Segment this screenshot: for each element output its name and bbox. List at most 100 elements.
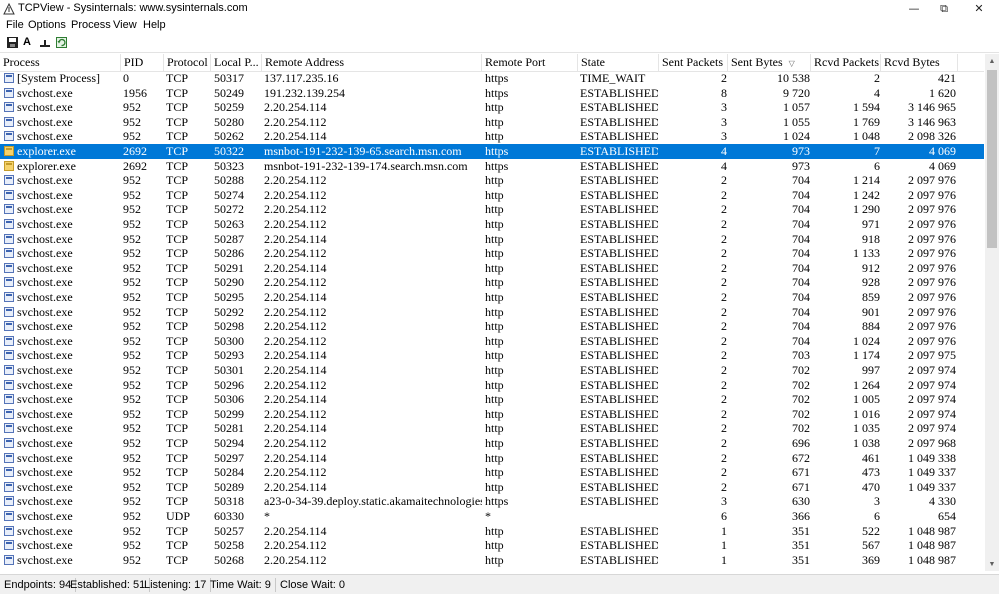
menu-process[interactable]: Process: [71, 19, 111, 31]
table-row[interactable]: svchost.exe 952 TCP 50299 2.20.254.112 http ES…: [0, 407, 984, 422]
table-row[interactable]: svchost.exe 952 TCP 50294 2.20.254.112 http ES…: [0, 436, 984, 451]
table-row[interactable]: [System Process] 0 TCP 50317 137.117.235.16 h…: [0, 71, 984, 86]
table-row[interactable]: svchost.exe 952 TCP 50306 2.20.254.114 http ES…: [0, 392, 984, 407]
cell-protocol: TCP: [166, 275, 189, 290]
cell-state: ESTABLISHED: [580, 436, 658, 450]
table-row[interactable]: svchost.exe 952 TCP 50318 a23-0-34-39.deploy…: [0, 494, 984, 509]
process-icon: [4, 452, 14, 463]
cell-remote-port: http: [485, 275, 504, 290]
col-remote-address[interactable]: Remote Address: [262, 54, 482, 71]
scrollbar-thumb[interactable]: [987, 70, 997, 248]
cell-protocol: TCP: [166, 479, 189, 494]
cell-local-port: 50259: [214, 100, 244, 115]
col-protocol[interactable]: Protocol: [164, 54, 211, 71]
close-button[interactable]: ✕: [962, 0, 996, 18]
process-icon: [4, 467, 14, 478]
cell-sent-bytes: 366: [792, 509, 810, 523]
table-row[interactable]: svchost.exe 952 TCP 50296 2.20.254.112 http ES…: [0, 378, 984, 393]
table-row[interactable]: svchost.exe 952 TCP 50289 2.20.254.114 http ES…: [0, 480, 984, 495]
table-row[interactable]: svchost.exe 952 TCP 50263 2.20.254.112 http ES…: [0, 217, 984, 232]
refresh-icon[interactable]: [55, 36, 69, 49]
table-row[interactable]: svchost.exe 952 TCP 50290 2.20.254.112 http ES…: [0, 275, 984, 290]
col-rcvd-packets[interactable]: Rcvd Packets: [811, 54, 881, 71]
table-row[interactable]: svchost.exe 952 TCP 50268 2.20.254.112 http ES…: [0, 553, 984, 568]
table-row[interactable]: svchost.exe 952 TCP 50257 2.20.254.114 http ES…: [0, 524, 984, 539]
vertical-scrollbar[interactable]: ▲ ▼: [985, 54, 999, 571]
table-row[interactable]: svchost.exe 952 TCP 50295 2.20.254.114 http ES…: [0, 290, 984, 305]
table-row[interactable]: svchost.exe 952 TCP 50288 2.20.254.112 http ES…: [0, 173, 984, 188]
cell-remote-port: http: [485, 304, 504, 319]
scroll-down-icon[interactable]: ▼: [985, 557, 999, 571]
cell-remote-port: http: [485, 114, 504, 129]
menu-view[interactable]: View: [113, 19, 137, 31]
table-row[interactable]: svchost.exe 952 TCP 50287 2.20.254.114 http ES…: [0, 232, 984, 247]
table-row[interactable]: svchost.exe 952 TCP 50292 2.20.254.112 http ES…: [0, 305, 984, 320]
scroll-up-icon[interactable]: ▲: [985, 54, 999, 68]
col-state[interactable]: State: [578, 54, 659, 71]
col-sent-bytes[interactable]: Sent Bytes ▽: [728, 54, 811, 71]
table-row[interactable]: svchost.exe 952 UDP 60330 * * 6 366 6 654: [0, 509, 984, 524]
pause-icon[interactable]: [38, 36, 52, 49]
cell-remote-address: 2.20.254.112: [264, 465, 327, 480]
cell-rcvd-packets: 1 594: [853, 100, 880, 115]
menu-help[interactable]: Help: [143, 19, 166, 31]
table-row[interactable]: svchost.exe 952 TCP 50284 2.20.254.112 http ES…: [0, 465, 984, 480]
maximize-button[interactable]: ⧉: [927, 0, 961, 18]
cell-remote-port: http: [485, 290, 504, 304]
col-pid[interactable]: PID: [121, 54, 164, 71]
process-icon: [4, 408, 14, 419]
col-remote-port[interactable]: Remote Port: [482, 54, 578, 71]
table-row[interactable]: svchost.exe 952 TCP 50272 2.20.254.112 http ES…: [0, 202, 984, 217]
cell-process: svchost.exe: [17, 260, 73, 275]
cell-remote-address: 2.20.254.114: [264, 363, 327, 377]
menu-options[interactable]: Options: [28, 19, 66, 31]
cell-rcvd-packets: 1 214: [853, 173, 880, 188]
resolve-addresses-button[interactable]: A: [23, 36, 37, 49]
cell-sent-bytes: 704: [792, 187, 810, 202]
cell-pid: 952: [123, 231, 141, 246]
menu-bar: File Options Process View Help: [0, 18, 999, 34]
cell-sent-packets: 2: [721, 363, 727, 377]
table-row[interactable]: explorer.exe 2692 TCP 50322 msnbot-191-232-1…: [0, 144, 984, 159]
cell-sent-bytes: 671: [792, 479, 810, 494]
cell-sent-packets: 2: [721, 173, 727, 188]
cell-local-port: 50293: [214, 348, 244, 363]
table-row[interactable]: svchost.exe 952 TCP 50300 2.20.254.112 http ES…: [0, 334, 984, 349]
cell-process: svchost.exe: [17, 392, 73, 407]
cell-rcvd-packets: 6: [874, 158, 880, 173]
col-process[interactable]: Process: [0, 54, 121, 71]
table-row[interactable]: svchost.exe 952 TCP 50286 2.20.254.112 http ES…: [0, 246, 984, 261]
cell-rcvd-packets: 522: [862, 523, 880, 538]
col-sent-packets[interactable]: Sent Packets: [659, 54, 728, 71]
table-row[interactable]: svchost.exe 952 TCP 50281 2.20.254.114 http ES…: [0, 421, 984, 436]
cell-sent-packets: 2: [721, 260, 727, 275]
table-row[interactable]: svchost.exe 952 TCP 50258 2.20.254.112 http ES…: [0, 538, 984, 553]
cell-sent-bytes: 696: [792, 436, 810, 450]
cell-local-port: 50295: [214, 290, 244, 304]
cell-process: svchost.exe: [17, 479, 73, 494]
table-row[interactable]: svchost.exe 952 TCP 50280 2.20.254.112 http ES…: [0, 115, 984, 130]
col-local-port[interactable]: Local P...: [211, 54, 262, 71]
table-row[interactable]: svchost.exe 952 TCP 50274 2.20.254.112 http ES…: [0, 188, 984, 203]
cell-local-port: 50299: [214, 406, 244, 421]
table-row[interactable]: svchost.exe 952 TCP 50297 2.20.254.114 http ES…: [0, 451, 984, 466]
save-icon[interactable]: [6, 36, 20, 49]
cell-sent-bytes: 702: [792, 363, 810, 377]
table-row[interactable]: svchost.exe 952 TCP 50259 2.20.254.114 http ES…: [0, 100, 984, 115]
process-icon: [4, 277, 14, 288]
table-row[interactable]: svchost.exe 1956 TCP 50249 191.232.139.254 ht…: [0, 86, 984, 101]
cell-remote-port: http: [485, 406, 504, 421]
cell-rcvd-packets: 7: [874, 144, 880, 158]
table-row[interactable]: svchost.exe 952 TCP 50262 2.20.254.114 http ES…: [0, 129, 984, 144]
table-row[interactable]: svchost.exe 952 TCP 50301 2.20.254.114 http ES…: [0, 363, 984, 378]
cell-sent-bytes: 671: [792, 465, 810, 480]
table-row[interactable]: svchost.exe 952 TCP 50293 2.20.254.114 http ES…: [0, 348, 984, 363]
col-rcvd-bytes[interactable]: Rcvd Bytes: [881, 54, 958, 71]
cell-rcvd-packets: 1 174: [853, 348, 880, 363]
menu-file[interactable]: File: [6, 19, 24, 31]
table-row[interactable]: svchost.exe 952 TCP 50298 2.20.254.112 http ES…: [0, 319, 984, 334]
table-row[interactable]: svchost.exe 952 TCP 50291 2.20.254.114 http ES…: [0, 261, 984, 276]
minimize-button[interactable]: —: [897, 0, 931, 18]
table-row[interactable]: explorer.exe 2692 TCP 50323 msnbot-191-232-1…: [0, 159, 984, 174]
cell-state: ESTABLISHED: [580, 479, 658, 494]
